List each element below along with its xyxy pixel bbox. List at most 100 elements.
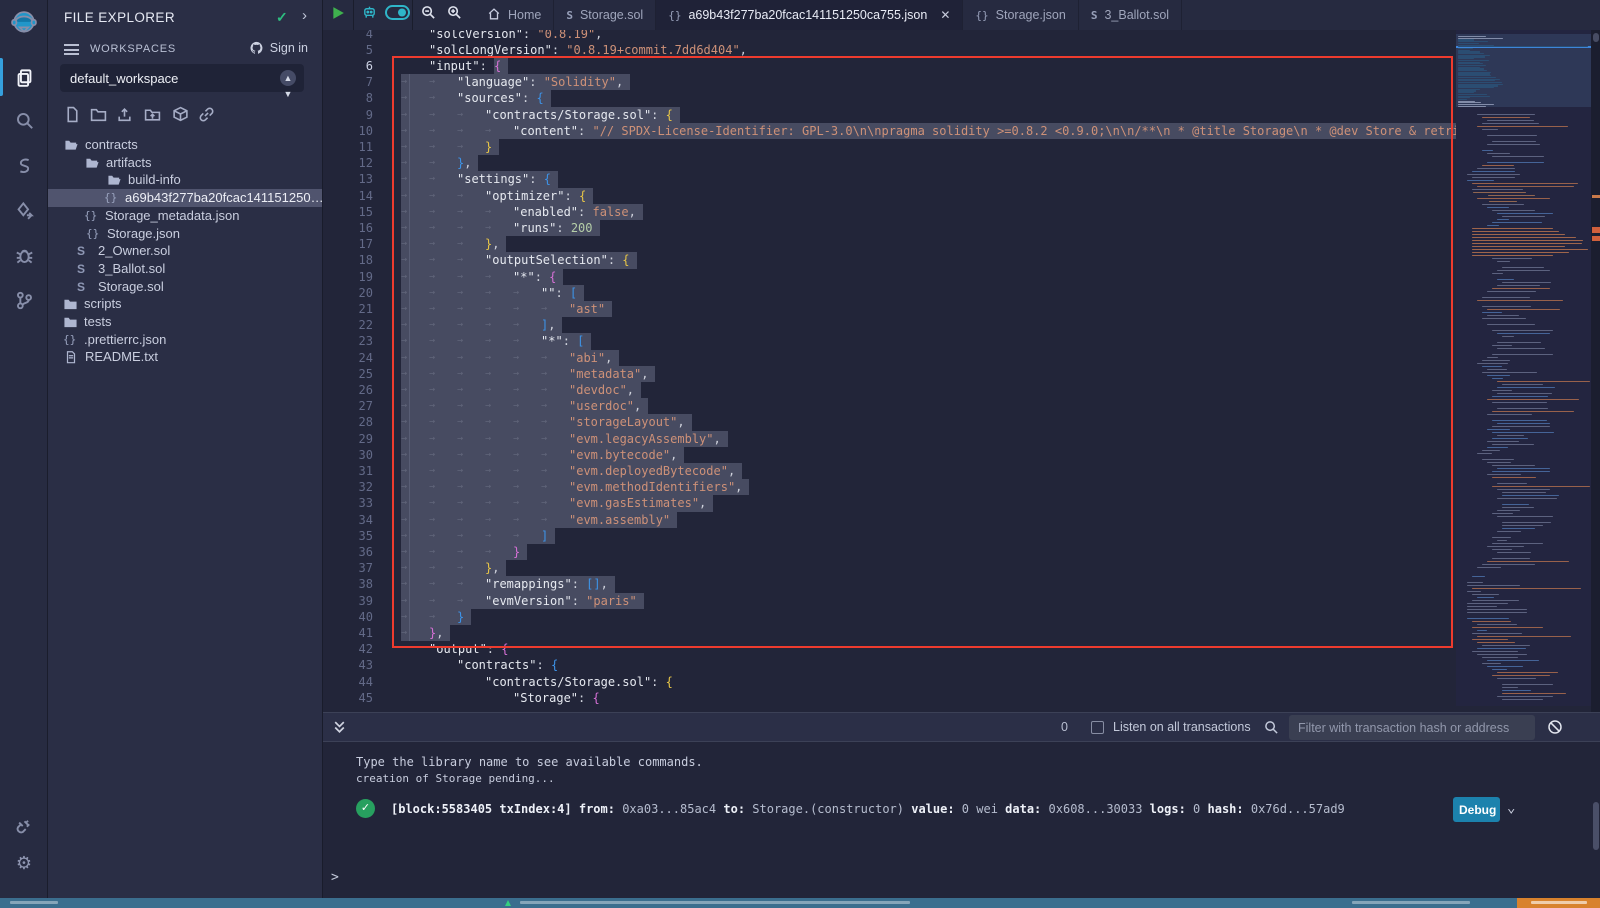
line-number: 32 [323,479,373,495]
tab-whitespace: → [401,414,429,430]
minimap-code-line [1482,459,1514,460]
link-icon[interactable] [198,106,218,126]
tab-whitespace: → [401,512,429,528]
tab-whitespace [429,690,457,706]
line-number: 9 [323,107,373,123]
tree-item-label: README.txt [85,349,158,364]
tab-whitespace: → [513,528,541,544]
transaction-log-row[interactable]: [block:5583405 txIndex:4] from: 0xa03...… [391,802,1345,816]
tree-item-storage-metadata-json[interactable]: {}Storage_metadata.json [48,207,322,225]
tab-home[interactable]: Home [475,0,554,30]
minimap-code-line [1492,438,1528,439]
scam-alert-segment[interactable] [1517,898,1600,908]
tab-whitespace: → [457,139,485,155]
line-number: 13 [323,171,373,187]
workspace-select[interactable]: default_workspace ▲▼ [60,64,304,92]
listen-checkbox[interactable] [1091,721,1104,734]
new-folder-icon[interactable] [90,106,110,126]
json-punctuation: , [699,496,706,510]
code-editor[interactable]: 4 "solcVersion": "0.8.19",5 "solcLongVer… [323,30,1600,712]
json-punctuation: , [641,367,648,381]
scrollbar-thumb[interactable] [1593,33,1599,42]
tree-item-storage-sol[interactable]: SStorage.sol [48,278,322,296]
line-number: 12 [323,155,373,171]
transaction-filter-input[interactable] [1289,715,1535,740]
close-tab-icon[interactable]: ✕ [940,8,950,22]
cube-icon[interactable] [172,106,192,126]
tab-a69b43f277ba20fcac141151250ca755-json[interactable]: {}a69b43f277ba20fcac141151250ca755.json✕ [656,0,963,30]
terminal-scrollbar-thumb[interactable] [1593,802,1599,850]
tab-whitespace: → [457,593,485,609]
minimap-code-line [1492,675,1550,676]
tx-expand-chevron-icon[interactable]: ⌄ [1507,800,1515,816]
run-script-button[interactable] [331,6,353,25]
minimap-code-line [1487,375,1510,376]
minimap-code-line [1482,663,1501,664]
sidebar-item-plugin-manager[interactable] [0,808,48,842]
ai-assistant-icon[interactable] [354,5,380,25]
clear-console-icon[interactable] [1547,719,1563,740]
tree-item-readme-txt[interactable]: README.txt [48,348,322,366]
json-punctuation: , [616,75,623,89]
new-file-icon[interactable] [64,106,84,126]
sidebar-item-search[interactable] [0,103,48,137]
json-punctuation: : [529,172,543,186]
upload-folder-icon[interactable] [144,106,164,126]
remix-logo[interactable] [0,6,48,40]
tree-item-contracts[interactable]: contracts [48,136,322,154]
tree-item-storage-json[interactable]: {}Storage.json [48,225,322,243]
sidebar-item-settings[interactable]: ⚙ [0,846,48,880]
minimap[interactable] [1456,30,1591,706]
tab-whitespace: → [485,431,513,447]
code-line: →→→→→→"evm.assembly" [401,512,1456,528]
terminal-prompt[interactable]: > [331,870,339,885]
sidebar-item-deploy-and-run[interactable] [0,193,48,227]
tree-item-artifacts[interactable]: artifacts [48,154,322,172]
tab-storage-json[interactable]: {}Storage.json [963,0,1078,30]
selection-highlight: →→→"outputSelection": { [401,252,637,268]
tab-whitespace: → [429,171,457,187]
minimap-code-line [1458,106,1486,107]
json-key: "input" [429,59,480,73]
sidebar-item-solidity-compiler[interactable] [0,148,48,182]
minimap-code-line [1467,174,1520,175]
terminal[interactable]: Type the library name to see available c… [323,742,1600,898]
selection-highlight: →→→→"content": "// SPDX-License-Identifi… [401,123,1456,139]
code-line: "contracts/Storage.sol": { [401,674,1456,690]
selection-highlight: →→→→→→"ast" [401,301,612,317]
zoom-in-icon[interactable] [439,5,467,25]
tab-whitespace: → [485,544,513,560]
tree-item--prettierrc-json[interactable]: {}.prettierrc.json [48,331,322,349]
minimap-code-line [1472,246,1565,247]
json-string: "metadata" [569,367,641,381]
zoom-out-icon[interactable] [413,5,439,25]
terminal-expand-icon[interactable] [333,720,346,740]
editor-scrollbar[interactable] [1591,30,1600,712]
tab-whitespace: → [457,366,485,382]
panel-expand-icon[interactable]: › [302,7,307,24]
sidebar-item-debugger[interactable] [0,238,48,272]
sidebar-item-git[interactable] [0,283,48,317]
tab-storage-sol[interactable]: SStorage.sol [554,0,656,30]
sign-in-button[interactable]: Sign in [249,41,308,55]
terminal-search-icon[interactable] [1264,720,1279,740]
workspaces-menu-icon[interactable] [64,44,79,55]
tree-item-2-owner-sol[interactable]: S2_Owner.sol [48,242,322,260]
json-string: "evm.assembly" [569,513,670,527]
tree-item-tests[interactable]: tests [48,313,322,331]
tree-item-3-ballot-sol[interactable]: S3_Ballot.sol [48,260,322,278]
sidebar-item-file-explorer[interactable] [0,60,48,94]
tree-item-build-info[interactable]: build-info [48,171,322,189]
tab-whitespace: → [457,350,485,366]
code-area[interactable]: 4 "solcVersion": "0.8.19",5 "solcLongVer… [323,30,1456,712]
ai-toggle-switch[interactable] [380,5,412,25]
tab-whitespace: → [457,463,485,479]
tree-item-a69b43f277ba20fcac141151250ca7-[interactable]: {}a69b43f277ba20fcac141151250ca7... [48,189,322,207]
tab-3-ballot-sol[interactable]: S3_Ballot.sol [1079,0,1182,30]
code-line: →→→→→→"ast" [401,301,1456,317]
upload-file-icon[interactable] [116,106,136,126]
tree-item-scripts[interactable]: scripts [48,295,322,313]
tab-whitespace [401,58,429,74]
debug-button[interactable]: Debug [1453,797,1500,822]
tab-whitespace: → [429,333,457,349]
